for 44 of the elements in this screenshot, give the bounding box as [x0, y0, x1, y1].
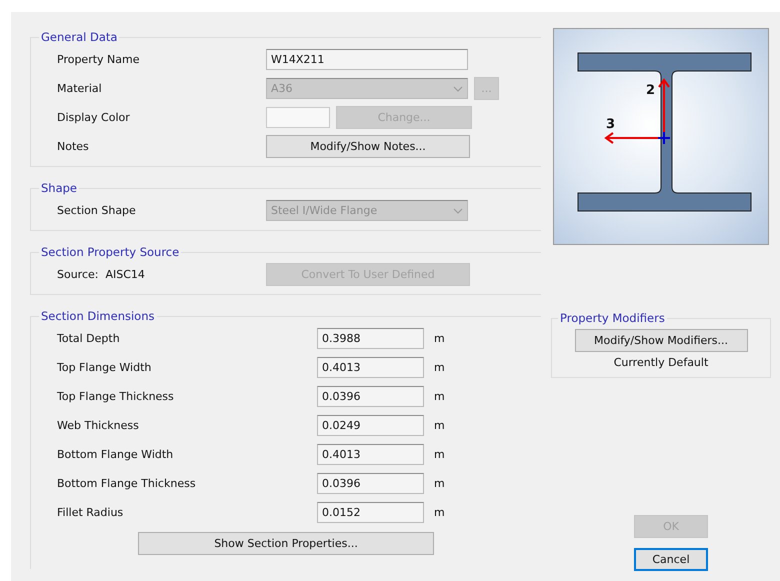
- dimension-field[interactable]: 0.0152: [317, 502, 424, 523]
- section-properties-button[interactable]: Show Section Properties...: [138, 532, 434, 555]
- unit-label: m: [434, 448, 445, 461]
- unit-label: m: [434, 506, 445, 519]
- dialog-button[interactable]: Cancel: [634, 548, 708, 571]
- dimension-label: Bottom Flange Width: [57, 448, 174, 461]
- modifiers-status: Currently Default: [614, 356, 708, 369]
- property-name-field[interactable]: W14X211: [266, 49, 468, 70]
- group-title: Section Dimensions: [40, 309, 156, 323]
- dimension-label: Top Flange Width: [57, 361, 152, 374]
- dimension-field[interactable]: 0.4013: [317, 444, 424, 465]
- field-label: Material: [57, 82, 103, 95]
- source-label: Source: AISC14: [57, 268, 146, 281]
- group-title: Section Property Source: [40, 245, 180, 259]
- chevron-down-icon: [453, 208, 463, 214]
- field-label: Notes: [57, 140, 90, 153]
- group-title: General Data: [40, 30, 118, 44]
- unit-label: m: [434, 361, 445, 374]
- dimension-label: Total Depth: [57, 332, 121, 345]
- dimension-field[interactable]: 0.0249: [317, 415, 424, 436]
- unit-label: m: [434, 477, 445, 490]
- dimension-field[interactable]: 0.4013: [317, 357, 424, 378]
- modifiers-button[interactable]: Modify/Show Modifiers...: [574, 329, 748, 352]
- dimension-label: Bottom Flange Thickness: [57, 477, 197, 490]
- unit-label: m: [434, 419, 445, 432]
- field-label: Section Shape: [57, 204, 137, 217]
- group-title: Shape: [40, 181, 78, 195]
- field-label: Property Name: [57, 53, 140, 66]
- field-label: Display Color: [57, 111, 131, 124]
- dimension-label: Web Thickness: [57, 419, 140, 432]
- dimension-label: Top Flange Thickness: [57, 390, 175, 403]
- unit-label: m: [434, 332, 445, 345]
- axis-label: 3: [606, 117, 616, 132]
- dimension-field[interactable]: 0.0396: [317, 473, 424, 494]
- chevron-down-icon: [453, 86, 463, 92]
- dimension-field[interactable]: 0.3988: [317, 328, 424, 349]
- axis-label: 2: [646, 83, 656, 98]
- color-swatch[interactable]: [266, 107, 330, 128]
- notes-button[interactable]: Modify/Show Notes...: [266, 135, 470, 158]
- dimension-field[interactable]: 0.0396: [317, 386, 424, 407]
- group-title: Property Modifiers: [559, 311, 666, 325]
- centroid-icon: [657, 131, 671, 145]
- dimension-label: Fillet Radius: [57, 506, 124, 519]
- unit-label: m: [434, 390, 445, 403]
